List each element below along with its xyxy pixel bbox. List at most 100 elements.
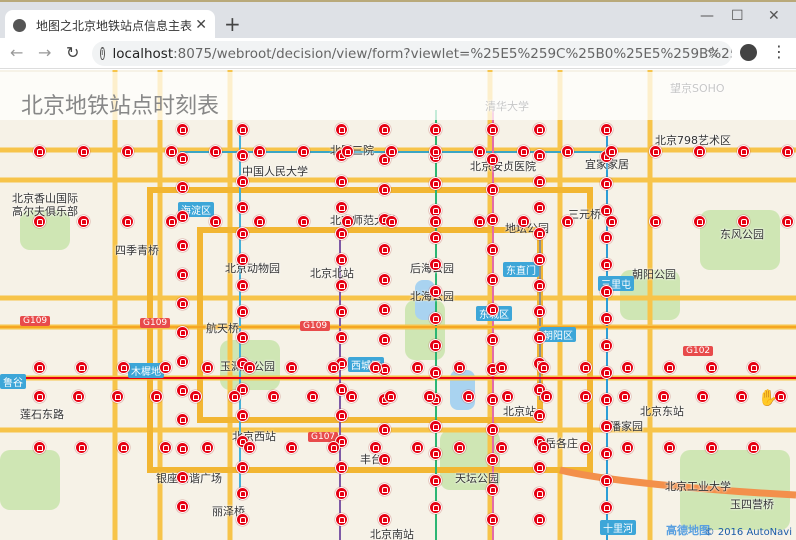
subway-station-marker[interactable] [486, 423, 499, 436]
subway-station-marker[interactable] [306, 390, 319, 403]
subway-station-marker[interactable] [236, 175, 249, 188]
subway-station-marker[interactable] [453, 361, 466, 374]
subway-station-marker[interactable] [579, 361, 592, 374]
subway-station-marker[interactable] [486, 123, 499, 136]
subway-station-marker[interactable] [33, 145, 46, 158]
subway-station-marker[interactable] [378, 483, 391, 496]
subway-station-marker[interactable] [693, 215, 706, 228]
subway-station-marker[interactable] [429, 123, 442, 136]
subway-station-marker[interactable] [533, 227, 546, 240]
subway-station-marker[interactable] [657, 390, 670, 403]
subway-station-marker[interactable] [517, 215, 530, 228]
subway-station-marker[interactable] [429, 474, 442, 487]
subway-station-marker[interactable] [705, 441, 718, 454]
subway-station-marker[interactable] [600, 312, 613, 325]
map-canvas[interactable]: 清华大学望京SOHO北京798艺术区中国人民大学北医三院北京安贞医院宜家家居北京… [0, 70, 796, 540]
subway-station-marker[interactable] [378, 303, 391, 316]
subway-station-marker[interactable] [537, 361, 550, 374]
subway-station-marker[interactable] [533, 201, 546, 214]
subway-station-marker[interactable] [253, 215, 266, 228]
subway-station-marker[interactable] [75, 361, 88, 374]
subway-station-marker[interactable] [705, 361, 718, 374]
subway-station-marker[interactable] [335, 201, 348, 214]
close-tab-icon[interactable]: ✕ [195, 17, 207, 33]
browser-tab[interactable]: 地图之北京地铁站点信息主表 ✕ [5, 10, 215, 40]
subway-station-marker[interactable] [335, 123, 348, 136]
subway-station-marker[interactable] [335, 487, 348, 500]
subway-station-marker[interactable] [209, 215, 222, 228]
subway-station-marker[interactable] [737, 145, 750, 158]
subway-station-marker[interactable] [33, 390, 46, 403]
subway-station-marker[interactable] [495, 361, 508, 374]
subway-station-marker[interactable] [189, 390, 202, 403]
subway-station-marker[interactable] [243, 361, 256, 374]
subway-station-marker[interactable] [429, 366, 442, 379]
subway-station-marker[interactable] [33, 361, 46, 374]
subway-station-marker[interactable] [649, 215, 662, 228]
subway-station-marker[interactable] [236, 461, 249, 474]
subway-station-marker[interactable] [201, 361, 214, 374]
subway-station-marker[interactable] [540, 390, 553, 403]
subway-station-marker[interactable] [537, 441, 550, 454]
subway-station-marker[interactable] [600, 393, 613, 406]
subway-station-marker[interactable] [486, 213, 499, 226]
subway-station-marker[interactable] [618, 390, 631, 403]
subway-station-marker[interactable] [236, 279, 249, 292]
subway-station-marker[interactable] [579, 390, 592, 403]
subway-station-marker[interactable] [117, 441, 130, 454]
back-icon[interactable]: ← [10, 43, 23, 62]
close-window-icon[interactable]: ✕ [768, 8, 780, 24]
subway-station-marker[interactable] [486, 153, 499, 166]
subway-station-marker[interactable] [159, 361, 172, 374]
subway-station-marker[interactable] [486, 513, 499, 526]
subway-station-marker[interactable] [533, 279, 546, 292]
subway-station-marker[interactable] [285, 361, 298, 374]
subway-station-marker[interactable] [429, 145, 442, 158]
subway-station-marker[interactable] [453, 441, 466, 454]
subway-station-marker[interactable] [600, 366, 613, 379]
subway-station-marker[interactable] [605, 215, 618, 228]
subway-station-marker[interactable] [176, 442, 189, 455]
info-icon[interactable]: i [100, 47, 105, 60]
address-bar[interactable]: i localhost:8075/webroot/decision/view/f… [92, 41, 732, 66]
subway-station-marker[interactable] [369, 441, 382, 454]
subway-station-marker[interactable] [335, 331, 348, 344]
reload-icon[interactable]: ↻ [66, 43, 79, 62]
subway-station-marker[interactable] [236, 149, 249, 162]
subway-station-marker[interactable] [600, 285, 613, 298]
subway-station-marker[interactable] [696, 390, 709, 403]
subway-station-marker[interactable] [121, 215, 134, 228]
subway-station-marker[interactable] [335, 513, 348, 526]
subway-station-marker[interactable] [253, 145, 266, 158]
subway-station-marker[interactable] [693, 145, 706, 158]
subway-station-marker[interactable] [236, 513, 249, 526]
subway-station-marker[interactable] [176, 355, 189, 368]
subway-station-marker[interactable] [236, 487, 249, 500]
subway-station-marker[interactable] [495, 441, 508, 454]
subway-station-marker[interactable] [533, 253, 546, 266]
subway-station-marker[interactable] [72, 390, 85, 403]
subway-station-marker[interactable] [486, 453, 499, 466]
subway-station-marker[interactable] [176, 384, 189, 397]
subway-station-marker[interactable] [297, 145, 310, 158]
subway-station-marker[interactable] [517, 145, 530, 158]
subway-station-marker[interactable] [335, 409, 348, 422]
subway-station-marker[interactable] [735, 390, 748, 403]
subway-station-marker[interactable] [781, 145, 794, 158]
subway-station-marker[interactable] [533, 331, 546, 344]
subway-station-marker[interactable] [345, 390, 358, 403]
subway-station-marker[interactable] [533, 409, 546, 422]
subway-station-marker[interactable] [600, 339, 613, 352]
subway-station-marker[interactable] [429, 501, 442, 514]
subway-station-marker[interactable] [176, 152, 189, 165]
account-icon[interactable] [740, 44, 757, 61]
subway-station-marker[interactable] [165, 145, 178, 158]
subway-station-marker[interactable] [236, 305, 249, 318]
subway-station-marker[interactable] [341, 215, 354, 228]
subway-station-marker[interactable] [600, 501, 613, 514]
subway-station-marker[interactable] [236, 331, 249, 344]
subway-station-marker[interactable] [533, 461, 546, 474]
subway-station-marker[interactable] [486, 333, 499, 346]
subway-station-marker[interactable] [176, 471, 189, 484]
subway-station-marker[interactable] [335, 305, 348, 318]
